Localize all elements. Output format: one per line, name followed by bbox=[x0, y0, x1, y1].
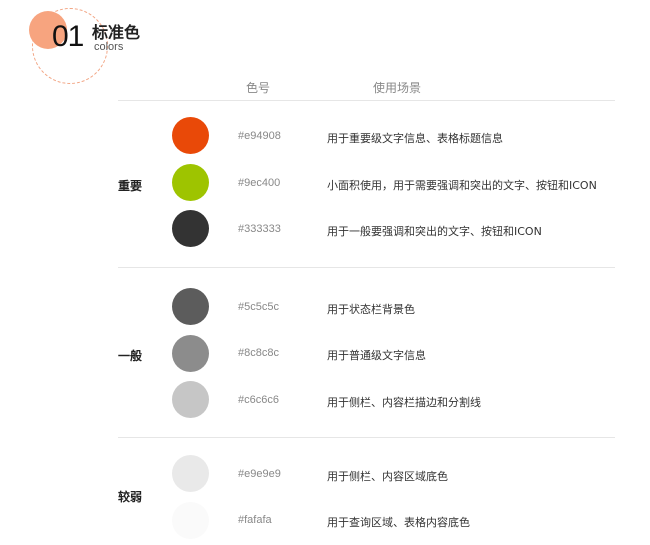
group-label-important: 重要 bbox=[118, 179, 143, 193]
color-swatch bbox=[172, 455, 209, 492]
color-usage: 用于侧栏、内容区域底色 bbox=[327, 470, 448, 483]
group-divider bbox=[118, 267, 615, 268]
column-header-code: 色号 bbox=[246, 81, 271, 95]
color-code: #333333 bbox=[238, 223, 281, 235]
color-code: #e94908 bbox=[238, 130, 281, 142]
color-usage: 用于侧栏、内容栏描边和分割线 bbox=[327, 396, 481, 409]
color-code: #c6c6c6 bbox=[238, 394, 279, 406]
color-usage: 用于查询区域、表格内容底色 bbox=[327, 516, 470, 529]
color-swatch bbox=[172, 117, 209, 154]
color-usage: 用于状态栏背景色 bbox=[327, 303, 415, 316]
section-title: 标准色 bbox=[92, 23, 141, 42]
color-usage: 用于重要级文字信息、表格标题信息 bbox=[327, 132, 503, 145]
column-header-usage: 使用场景 bbox=[373, 81, 422, 95]
section-subtitle: colors bbox=[94, 41, 124, 53]
color-usage: 小面积使用，用于需要强调和突出的文字、按钮和ICON bbox=[327, 179, 597, 192]
color-code: #9ec400 bbox=[238, 177, 281, 189]
color-code: #e9e9e9 bbox=[238, 468, 281, 480]
color-swatch bbox=[172, 210, 209, 247]
color-swatch bbox=[172, 335, 209, 372]
color-swatch bbox=[172, 288, 209, 325]
color-code: #fafafa bbox=[238, 514, 272, 526]
color-code: #8c8c8c bbox=[238, 347, 279, 359]
group-label-weak: 较弱 bbox=[118, 490, 143, 504]
section-header: 01 标准色 colors bbox=[0, 0, 200, 100]
section-number: 01 bbox=[52, 20, 84, 53]
group-divider bbox=[118, 437, 615, 438]
header-divider bbox=[118, 100, 615, 101]
color-swatch bbox=[172, 502, 209, 539]
color-usage: 用于一般要强调和突出的文字、按钮和ICON bbox=[327, 225, 542, 238]
color-code: #5c5c5c bbox=[238, 301, 279, 313]
color-swatch bbox=[172, 164, 209, 201]
group-label-normal: 一般 bbox=[118, 349, 143, 363]
color-usage: 用于普通级文字信息 bbox=[327, 349, 426, 362]
color-swatch bbox=[172, 381, 209, 418]
